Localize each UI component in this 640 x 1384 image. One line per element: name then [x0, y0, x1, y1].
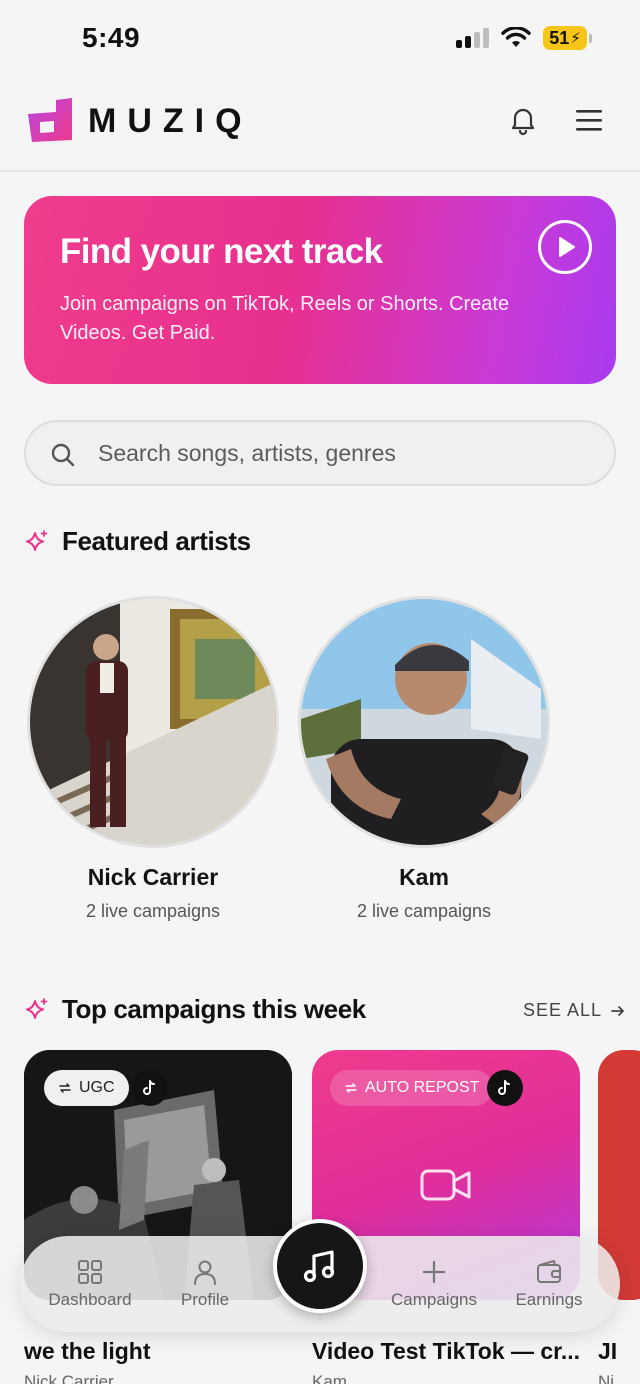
- nav-label: Campaigns: [391, 1290, 477, 1309]
- featured-artists-heading: Featured artists: [24, 526, 251, 557]
- hero-banner[interactable]: Find your next track Join campaigns on T…: [24, 196, 616, 384]
- badge-label: UGC: [79, 1079, 115, 1096]
- ugc-badge: UGC: [44, 1070, 129, 1106]
- plus-icon: [422, 1260, 446, 1284]
- status-icons: 51 ⚡: [456, 26, 592, 50]
- muziq-logo-icon: [28, 98, 72, 142]
- status-time: 5:49: [82, 22, 141, 53]
- wifi-icon: [501, 27, 531, 47]
- search-bar[interactable]: [24, 420, 616, 486]
- artist-card-kam[interactable]: Kam 2 live campaigns: [298, 596, 550, 922]
- status-bar: 5:49 51 ⚡: [0, 0, 640, 72]
- campaign-artist: Nick Carrier: [24, 1372, 114, 1384]
- battery-level: 51: [549, 27, 570, 48]
- play-icon: [559, 237, 575, 257]
- logo-text: MUZIQ: [88, 101, 253, 140]
- video-camera-icon: [420, 1169, 471, 1201]
- nav-profile[interactable]: Profile: [168, 1258, 242, 1310]
- badge-label: AUTO REPOST: [365, 1079, 480, 1096]
- campaign-artist: Kam: [312, 1372, 347, 1384]
- wallet-icon: [537, 1260, 561, 1283]
- nav-label: Dashboard: [48, 1290, 132, 1309]
- grid-icon: [78, 1260, 102, 1284]
- nav-earnings[interactable]: Earnings: [512, 1258, 586, 1310]
- sparkle-icon: [26, 529, 48, 551]
- repost-icon: [345, 1083, 357, 1093]
- artist-avatar[interactable]: [298, 596, 550, 848]
- sparkle-icon: [26, 997, 48, 1019]
- campaign-title[interactable]: Video Test TikTok — cr...: [312, 1338, 580, 1365]
- artist-name: Nick Carrier: [87, 864, 219, 890]
- repost-icon: [59, 1083, 71, 1093]
- nav-dashboard[interactable]: Dashboard: [48, 1258, 132, 1310]
- see-all-link[interactable]: SEE ALL: [523, 1000, 626, 1021]
- auto-repost-badge: AUTO REPOST: [330, 1070, 494, 1106]
- music-note-icon: [303, 1250, 335, 1283]
- see-all-label: SEE ALL: [523, 1000, 603, 1020]
- artist-campaign-count: 2 live campaigns: [356, 901, 492, 921]
- hero-title: Find your next track: [60, 232, 383, 271]
- hero-subtitle: Join campaigns on TikTok, Reels or Short…: [60, 293, 510, 344]
- campaign-title[interactable]: JI: [598, 1338, 640, 1365]
- arrow-right-icon: [611, 1005, 624, 1016]
- campaign-artist: Ni: [598, 1372, 615, 1384]
- artist-photo: [30, 599, 276, 845]
- top-campaigns-heading: Top campaigns this week: [24, 994, 366, 1025]
- campaign-title[interactable]: we the light: [24, 1338, 151, 1365]
- artist-photo: [301, 599, 547, 845]
- bell-icon[interactable]: [507, 104, 539, 136]
- section-title: Top campaigns this week: [62, 994, 366, 1024]
- logo[interactable]: MUZIQ: [26, 98, 253, 144]
- search-icon: [51, 443, 75, 467]
- artist-campaign-count: 2 live campaigns: [85, 901, 221, 921]
- app-header: MUZIQ: [0, 72, 640, 172]
- play-button[interactable]: [538, 220, 592, 274]
- artist-card-nick-carrier[interactable]: Nick Carrier 2 live campaigns: [27, 596, 279, 922]
- search-input[interactable]: [98, 422, 598, 484]
- person-icon: [194, 1260, 216, 1285]
- signal-icon: [456, 28, 489, 48]
- artist-avatar[interactable]: [27, 596, 279, 848]
- bottom-nav: Dashboard Profile Campaigns Earnings: [20, 1219, 620, 1332]
- section-title: Featured artists: [62, 526, 251, 556]
- battery-icon: 51 ⚡: [543, 26, 592, 50]
- tiktok-icon: [487, 1070, 523, 1106]
- music-center-button[interactable]: [273, 1219, 367, 1313]
- tiktok-icon: [132, 1070, 168, 1106]
- nav-campaigns[interactable]: Campaigns: [388, 1258, 480, 1310]
- nav-label: Profile: [180, 1290, 230, 1309]
- nav-label: Earnings: [515, 1290, 583, 1309]
- artist-name: Kam: [399, 864, 449, 890]
- hamburger-menu-icon[interactable]: [574, 106, 604, 134]
